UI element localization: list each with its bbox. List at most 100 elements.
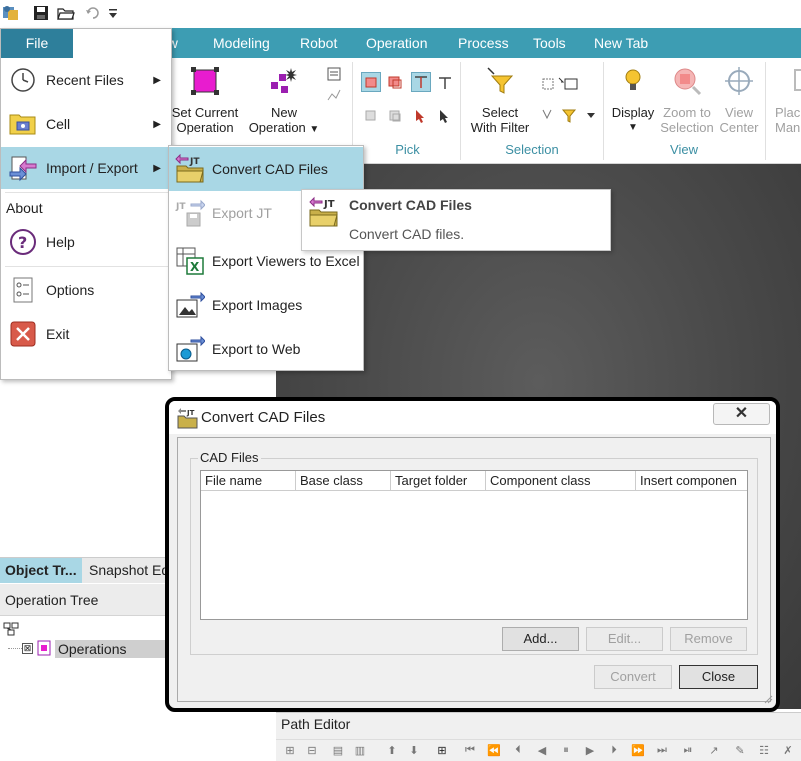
path-editor-panel: Path Editor ⊞ ⊟ ▤ ▥ ⬆ ⬇ ⊞ ⏮ ⏪ ⏴ ◀ ⏸ ▶ ⏵ … xyxy=(276,712,801,761)
resize-grip-icon[interactable] xyxy=(763,692,773,704)
pause-icon[interactable]: ⏸ xyxy=(558,743,574,757)
cell-icon xyxy=(9,110,37,138)
set-location-icon[interactable]: ↗ xyxy=(706,743,722,757)
select-with-filter-button[interactable]: Select With Filter xyxy=(465,64,535,135)
tab-file[interactable]: File xyxy=(1,29,73,58)
svg-text:JT: JT xyxy=(175,202,186,212)
convert-button[interactable]: Convert xyxy=(594,665,672,689)
help-icon: ? xyxy=(9,228,37,256)
menu-item-recent-files[interactable]: Recent Files ▶ xyxy=(1,59,171,101)
tree-options-icon[interactable]: ⊞ xyxy=(434,743,450,757)
column-header-insert-component[interactable]: Insert componen xyxy=(636,471,747,490)
ribbon-small-icon-2[interactable] xyxy=(326,88,342,104)
selection-small-icon-1[interactable] xyxy=(541,76,581,92)
move-down-icon[interactable]: ⬇ xyxy=(406,743,422,757)
jump-to-start-icon[interactable]: ⏮ xyxy=(462,743,478,757)
column-header-base-class[interactable]: Base class xyxy=(296,471,391,490)
jump-to-end-icon[interactable]: ⏭ xyxy=(654,743,670,757)
properties-icon[interactable]: ☷ xyxy=(756,743,772,757)
tab-robot[interactable]: Robot xyxy=(300,28,337,58)
submenu-item-label: Export to Web xyxy=(212,341,301,357)
tab-tools[interactable]: Tools xyxy=(533,28,566,58)
column-header-target-folder[interactable]: Target folder xyxy=(391,471,486,490)
view-center-label-2: Center xyxy=(719,120,759,135)
pick-small-icon-2[interactable] xyxy=(387,108,403,124)
operations-root-icon xyxy=(37,640,51,656)
display-button[interactable]: Display ▼ xyxy=(606,64,660,135)
loop-icon[interactable]: ⏯ xyxy=(680,743,696,757)
paste-path-icon[interactable]: ▥ xyxy=(352,743,368,757)
reset-icon[interactable]: ✗ xyxy=(780,743,796,757)
column-header-file-name[interactable]: File name xyxy=(201,471,296,490)
view-center-button[interactable]: View Center xyxy=(716,64,762,135)
step-forward-icon[interactable]: ⏵ xyxy=(606,743,622,757)
submenu-item-convert-cad-files[interactable]: JT Convert CAD Files xyxy=(169,147,363,191)
export-web-icon xyxy=(175,334,205,364)
tooltip-title: Convert CAD Files xyxy=(349,197,472,213)
pick-edge-icon[interactable] xyxy=(436,73,454,91)
tab-snapshot-editor[interactable]: Snapshot Ed xyxy=(84,558,166,583)
tab-object-tree[interactable]: Object Tr... xyxy=(0,558,82,583)
submenu-item-export-images[interactable]: Export Images xyxy=(169,283,363,327)
view-center-label-1: View xyxy=(725,105,753,120)
customize-qat-icon[interactable] xyxy=(104,4,122,22)
save-icon[interactable] xyxy=(32,4,50,22)
new-operation-label-2: Operation ▼ xyxy=(248,120,320,135)
menu-item-label: Options xyxy=(46,282,95,298)
menu-item-cell[interactable]: Cell ▶ xyxy=(1,103,171,145)
zoom-to-selection-button[interactable]: Zoom to Selection xyxy=(656,64,718,135)
export-jt-icon: JT xyxy=(175,198,205,228)
submenu-item-export-to-web[interactable]: Export to Web xyxy=(169,327,363,371)
undo-icon[interactable] xyxy=(84,4,102,22)
cad-files-table[interactable]: File name Base class Target folder Compo… xyxy=(200,470,748,620)
close-button[interactable]: Close xyxy=(679,665,758,689)
step-back-icon[interactable]: ⏴ xyxy=(510,743,526,757)
column-header-component-class[interactable]: Component class xyxy=(486,471,636,490)
tree-options-icon[interactable] xyxy=(3,620,21,636)
tree-node-operations[interactable]: Operations xyxy=(55,640,166,658)
pick-small-icon-3[interactable] xyxy=(413,108,429,124)
play-forward-icon[interactable]: ▶ xyxy=(582,743,598,757)
submenu-item-label: Convert CAD Files xyxy=(212,161,328,177)
ribbon-small-icon-1[interactable] xyxy=(326,66,342,82)
menu-item-help[interactable]: ? Help xyxy=(1,221,171,263)
pick-frame-icon[interactable] xyxy=(411,72,431,92)
path-editor-title: Path Editor xyxy=(281,716,351,732)
tab-modeling[interactable]: Modeling xyxy=(213,28,270,58)
tab-process[interactable]: Process xyxy=(458,28,509,58)
previous-location-icon[interactable]: ⏪ xyxy=(486,743,502,757)
teach-icon[interactable]: ✎ xyxy=(732,743,748,757)
expand-collapse-icon[interactable]: ⊠ xyxy=(22,643,33,654)
new-operation-label-1: New xyxy=(270,105,297,120)
set-current-operation-button[interactable]: Set Current Operation xyxy=(170,64,240,135)
menu-item-exit[interactable]: Exit xyxy=(1,313,171,355)
dialog-close-x-button[interactable]: ✕ xyxy=(713,403,770,425)
place-manipulator-label-1: Plac xyxy=(775,105,801,120)
edit-button[interactable]: Edit... xyxy=(586,627,663,651)
menu-item-options[interactable]: Options xyxy=(1,269,171,311)
place-manipulator-button[interactable]: Plac Man xyxy=(775,64,801,135)
next-location-icon[interactable]: ⏩ xyxy=(630,743,646,757)
convert-cad-files-dialog: JT Convert CAD Files ✕ CAD Files File na… xyxy=(165,397,780,712)
pick-component-icon[interactable] xyxy=(386,73,404,91)
submenu-arrow-icon: ▶ xyxy=(153,74,161,86)
app-logo-icon[interactable] xyxy=(2,4,20,22)
add-operations-icon[interactable]: ⊞ xyxy=(282,743,298,757)
menu-item-import-export[interactable]: Import / Export ▶ xyxy=(1,147,171,189)
menu-item-about[interactable]: About xyxy=(6,197,43,219)
remove-button[interactable]: Remove xyxy=(670,627,747,651)
tab-operation[interactable]: Operation xyxy=(366,28,427,58)
add-button[interactable]: Add... xyxy=(502,627,579,651)
remove-items-icon[interactable]: ⊟ xyxy=(304,743,320,757)
set-current-operation-icon xyxy=(170,64,240,98)
pick-small-icon-1[interactable] xyxy=(363,108,379,124)
pick-object-icon[interactable] xyxy=(361,72,381,92)
pick-small-icon-4[interactable] xyxy=(437,108,453,124)
play-backward-icon[interactable]: ◀ xyxy=(534,743,550,757)
open-folder-icon[interactable] xyxy=(57,4,75,22)
move-up-icon[interactable]: ⬆ xyxy=(384,743,400,757)
tab-new-tab[interactable]: New Tab xyxy=(594,28,648,58)
new-operation-button[interactable]: New Operation ▼ xyxy=(244,64,324,137)
selection-small-icon-2[interactable] xyxy=(541,106,597,124)
add-path-icon[interactable]: ▤ xyxy=(330,743,346,757)
